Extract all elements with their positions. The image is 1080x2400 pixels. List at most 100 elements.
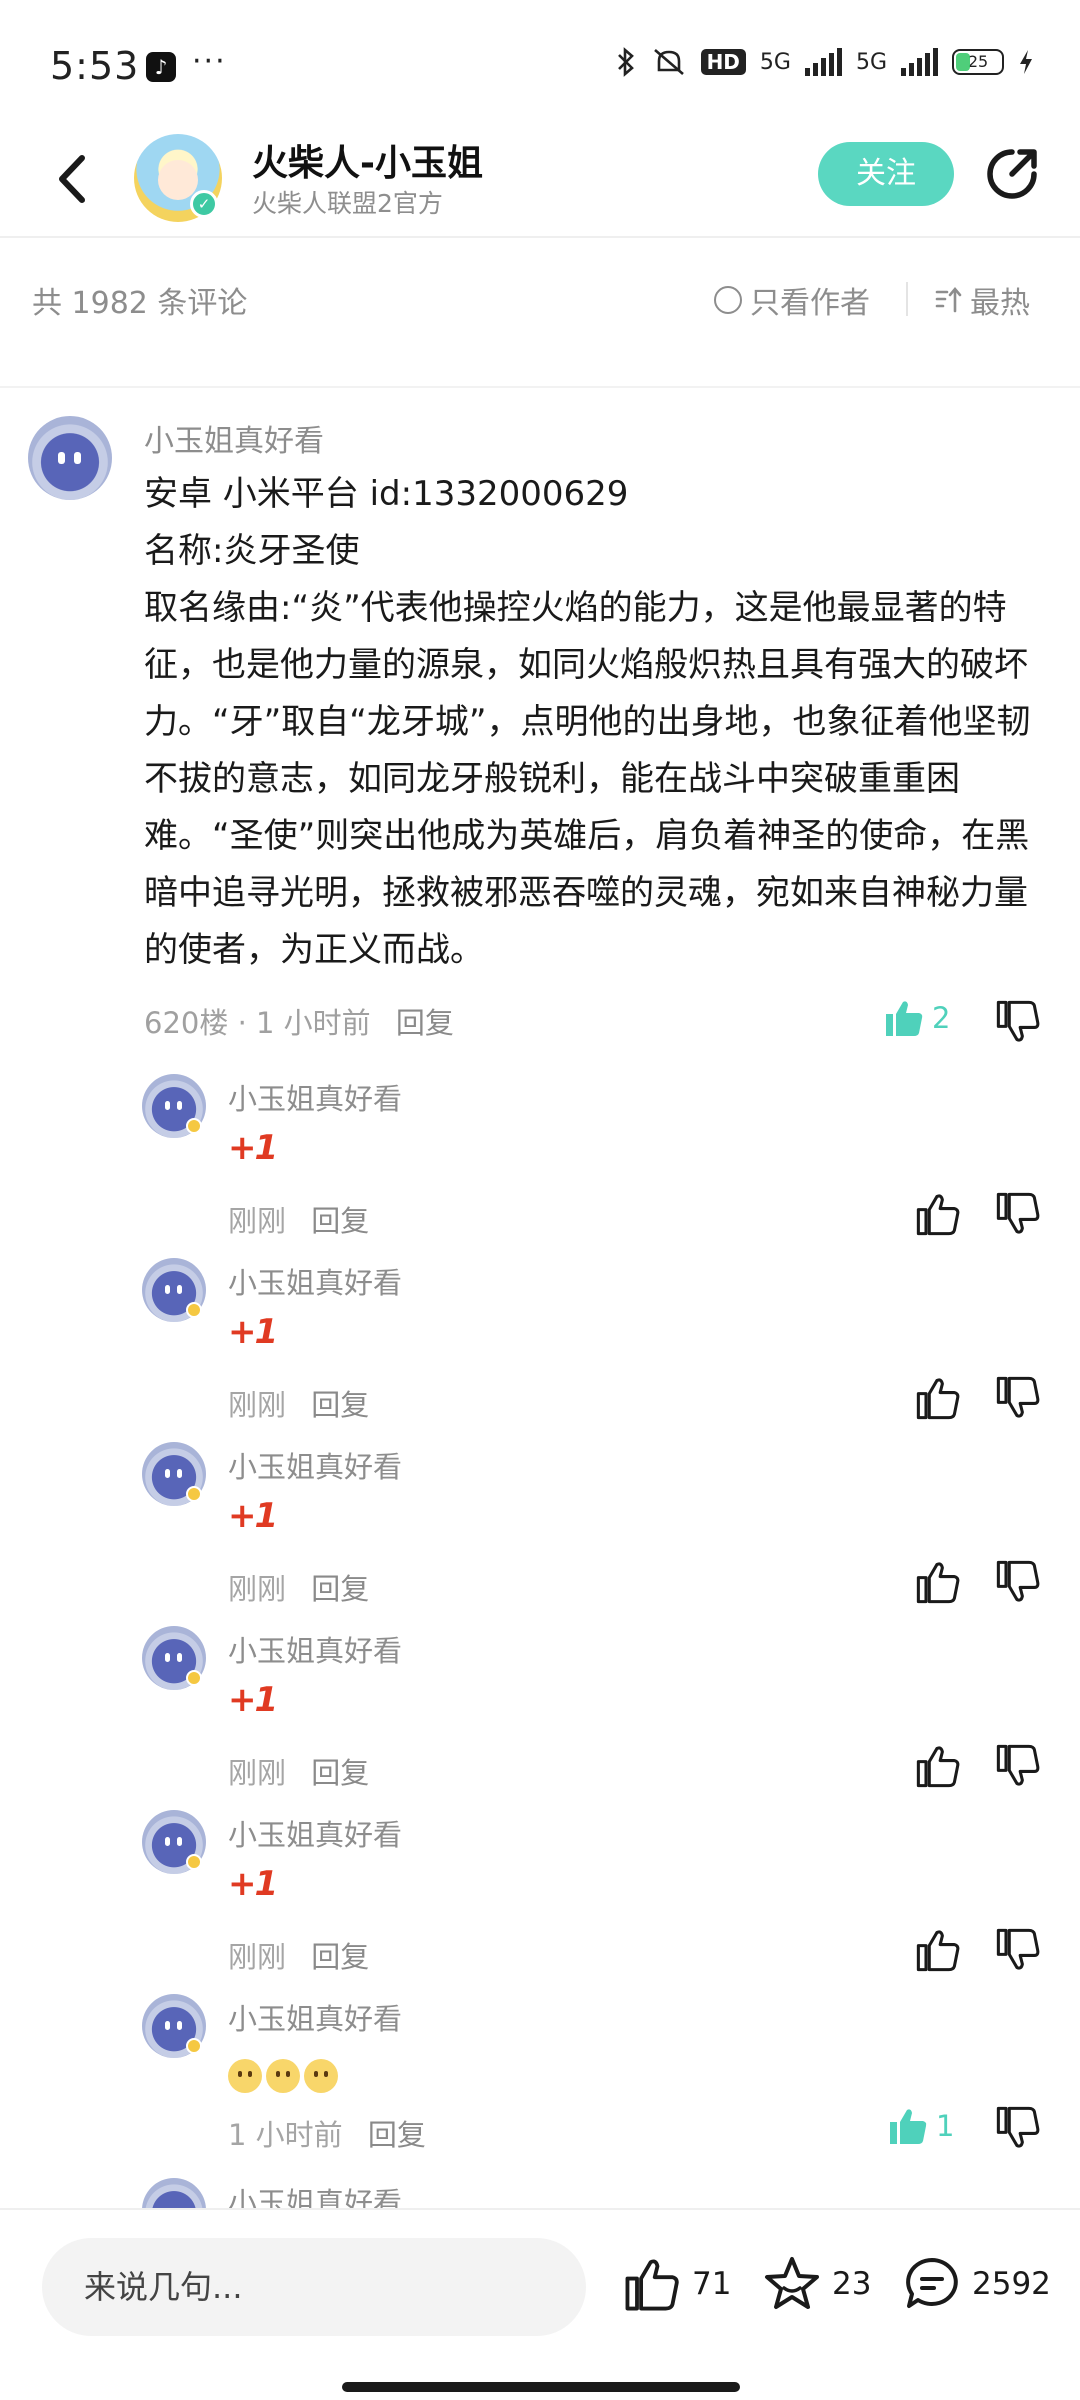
radio-icon [714,286,742,314]
reply-meta: 刚刚 回复 [228,1382,369,1424]
sort-label: 最热 [970,286,1030,321]
thumbs-down-icon[interactable] [994,998,1042,1046]
reply-username[interactable]: 小玉姐真好看 [228,1996,402,2038]
reply-content: +1 [228,1496,278,1536]
thumbs-up-icon[interactable] [914,1926,962,1974]
reply-item: 小玉姐真好看 1 小时前 回复 1 [0,1994,1080,2178]
comment-bubble-icon [906,2258,958,2308]
emoji-row [228,2054,342,2094]
signal-icon [804,48,842,76]
thumbs-down-icon[interactable] [994,1190,1042,1238]
author-subtitle: 火柴人联盟2官方 [252,189,443,218]
sort-selector[interactable]: 最热 [934,278,1030,322]
comment-line: 名称:炎牙圣使 [144,531,360,571]
status-time: 5:53 [50,44,140,88]
tiktok-icon: ♪ [146,52,176,82]
reply-time: 刚刚 [228,1204,287,1238]
like-button[interactable]: 71 [622,2254,731,2314]
post-header: ✓ 火柴人-小玉姐 火柴人联盟2官方 关注 [0,120,1080,238]
reply-username[interactable]: 小玉姐真好看 [228,1444,402,1486]
verified-check-icon: ✓ [190,190,218,218]
reply-item: 小玉姐真好看 +1 刚刚 回复 [0,1074,1080,1258]
thumbs-down-icon[interactable] [994,2104,1042,2152]
reply-button[interactable]: 回复 [368,2118,426,2152]
thumbs-down-icon[interactable] [994,1558,1042,1606]
reply-username[interactable]: 小玉姐真好看 [228,1812,402,1854]
reply-item: 小玉姐真好看 [0,2178,1080,2208]
reply-username[interactable]: 小玉姐真好看 [228,1076,402,1118]
thumbs-up-filled-icon [890,2109,927,2144]
signal-icon-2 [901,48,938,76]
status-bar: 5:53 ♪ ··· HD 5G 5G 25 [0,0,1080,120]
bluetooth-icon [617,47,634,77]
thumbs-up-icon[interactable] [914,1190,962,1238]
reply-meta: 刚刚 回复 [228,1198,369,1240]
reply-time: 刚刚 [228,1572,287,1606]
reply-button[interactable]: 回复 [311,1572,369,1606]
network-label-1: 5G [759,49,791,75]
thumbs-down-icon[interactable] [994,1926,1042,1974]
home-indicator[interactable] [342,2382,740,2392]
reply-item: 小玉姐真好看 +1 刚刚 回复 [0,1810,1080,1994]
like-count: 2 [932,1001,951,1035]
like-button[interactable]: 2 [882,996,950,1040]
page-title[interactable]: 火柴人-小玉姐 [252,134,483,186]
emoji-smile-icon [228,2058,262,2093]
chevron-left-icon[interactable] [44,144,104,214]
emoji-smile-icon [266,2058,300,2093]
avatar[interactable] [142,1626,206,1690]
hd-badge: HD [700,49,746,75]
reply-content: +1 [228,1680,278,1720]
thumbs-up-icon [625,2259,679,2311]
comment-username[interactable]: 小玉姐真好看 [144,416,324,460]
like-count: 71 [692,2266,732,2302]
avatar[interactable] [142,2178,206,2208]
follow-button[interactable]: 关注 [818,142,954,206]
reply-content: +1 [228,1864,278,1904]
reply-time: 刚刚 [228,1940,287,1974]
comment-filter-bar: 共 1982 条评论 只看作者 最热 [0,238,1080,388]
reply-username[interactable]: 小玉姐真好看 [228,1260,402,1302]
sort-icon [935,286,962,313]
emoji-smile-icon [304,2058,338,2093]
thumbs-up-icon[interactable] [914,1558,962,1606]
reply-time: 刚刚 [228,1388,287,1422]
like-button[interactable]: 1 [886,2104,954,2148]
avatar[interactable] [142,1994,206,2058]
thumbs-up-icon[interactable] [914,1374,962,1422]
thumbs-down-icon[interactable] [994,1374,1042,1422]
reply-content: +1 [228,1128,278,1168]
like-count: 1 [936,2109,955,2143]
charging-icon [1020,50,1032,74]
comment-count: 共 1982 条评论 [32,286,248,321]
comment-line: 取名缘由:“炎”代表他操控火焰的能力，这是他最显著的特征，也是他力量的源泉，如同… [144,588,1031,970]
thumbs-up-filled-icon [886,1001,923,1036]
avatar[interactable] [142,1810,206,1874]
thumbs-down-icon[interactable] [994,1742,1042,1790]
reply-button[interactable]: 回复 [311,1388,369,1422]
reply-meta: 1 小时前 回复 [228,2112,426,2154]
floor-time: 620楼 · 1 小时前 [144,1006,371,1040]
thumbs-up-icon[interactable] [914,1742,962,1790]
reply-button[interactable]: 回复 [311,1204,369,1238]
reply-meta: 刚刚 回复 [228,1750,369,1792]
avatar[interactable] [142,1442,206,1506]
reply-username[interactable]: 小玉姐真好看 [228,2180,402,2208]
avatar[interactable] [142,1258,206,1322]
avatar[interactable] [28,416,112,500]
avatar[interactable] [142,1074,206,1138]
author-only-toggle[interactable]: 只看作者 [714,278,870,322]
share-icon[interactable] [982,144,1042,204]
comment-line: 安卓 小米平台 id:1332000629 [144,474,629,514]
reply-username[interactable]: 小玉姐真好看 [228,1628,402,1670]
reply-button[interactable]: 回复 [311,1940,369,1974]
comment-input[interactable] [42,2238,586,2336]
comments-button[interactable]: 2592 [902,2254,1051,2314]
bottom-action-bar: 71 23 2592 [0,2208,1080,2400]
reply-button[interactable]: 回复 [396,1006,454,1040]
reply-time: 刚刚 [228,1756,287,1790]
reply-button[interactable]: 回复 [311,1756,369,1790]
favorite-button[interactable]: 23 [762,2254,871,2314]
reply-time: 1 小时前 [228,2118,343,2152]
battery-icon: 25 [952,49,1004,75]
